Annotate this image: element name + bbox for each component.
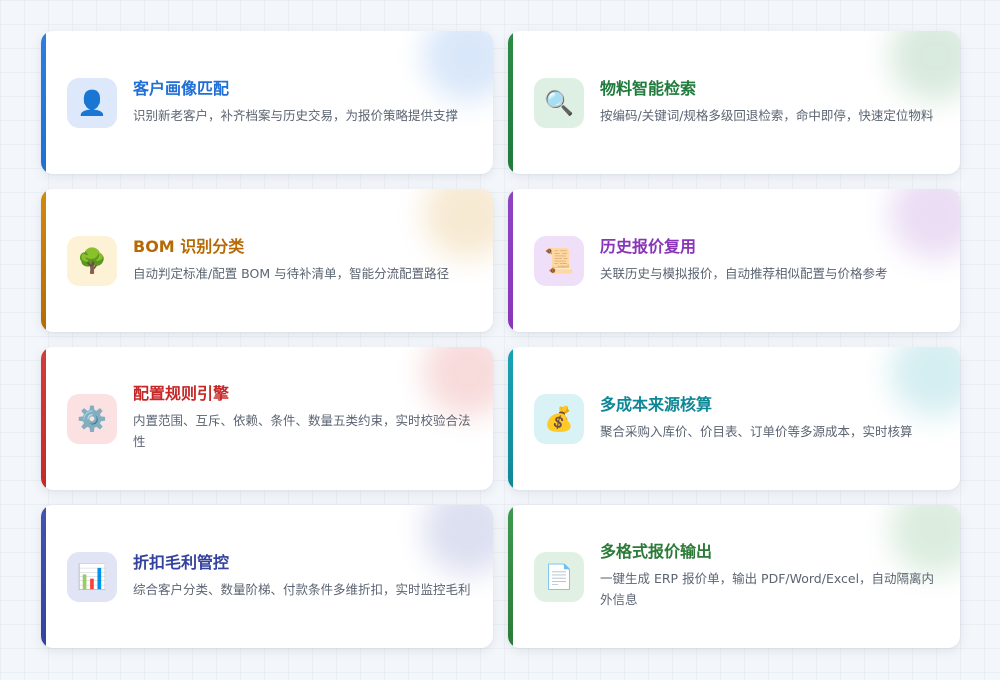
- card-title: 历史报价复用: [600, 236, 697, 256]
- card-description: 按编码/关键词/规格多级回退检索，命中即停，快速定位物料: [600, 107, 934, 123]
- bar-chart-icon: 📊: [67, 551, 117, 602]
- card-title: 多格式报价输出: [600, 542, 713, 562]
- card-description: 内置范围、互斥、依赖、条件、数量五类约束，实时校验合法性: [133, 413, 471, 449]
- feature-card-customer-profile[interactable]: 👤 客户画像匹配 识别新老客户，补齐档案与历史交易，为报价策略提供支撑: [41, 31, 493, 174]
- feature-card-rule-engine[interactable]: ⚙️ 配置规则引擎 内置范围、互斥、依赖、条件、数量五类约束，实时校验合法性: [41, 347, 493, 490]
- feature-grid: 👤 客户画像匹配 识别新老客户，补齐档案与历史交易，为报价策略提供支撑 🔍 物料…: [41, 31, 960, 648]
- user-icon: 👤: [67, 77, 117, 128]
- card-description: 关联历史与模拟报价，自动推荐相似配置与价格参考: [600, 265, 888, 281]
- card-title: 折扣毛利管控: [133, 552, 230, 572]
- card-accent-bar: [41, 347, 46, 490]
- card-description: 识别新老客户，补齐档案与历史交易，为报价策略提供支撑: [133, 107, 459, 123]
- card-accent-bar: [41, 31, 46, 174]
- card-accent-bar: [41, 189, 46, 332]
- card-title: 配置规则引擎: [133, 384, 230, 404]
- feature-card-quote-export[interactable]: 📄 多格式报价输出 一键生成 ERP 报价单，输出 PDF/Word/Excel…: [508, 505, 960, 648]
- card-description: 综合客户分类、数量阶梯、付款条件多维折扣，实时监控毛利: [133, 581, 471, 597]
- feature-card-discount-margin[interactable]: 📊 折扣毛利管控 综合客户分类、数量阶梯、付款条件多维折扣，实时监控毛利: [41, 505, 493, 648]
- card-title: BOM 识别分类: [133, 236, 245, 256]
- feature-card-bom-classification[interactable]: 🌳 BOM 识别分类 自动判定标准/配置 BOM 与待补清单，智能分流配置路径: [41, 189, 493, 332]
- document-icon: 📄: [534, 551, 584, 602]
- card-title: 客户画像匹配: [133, 78, 230, 98]
- feature-card-material-search[interactable]: 🔍 物料智能检索 按编码/关键词/规格多级回退检索，命中即停，快速定位物料: [508, 31, 960, 174]
- tree-icon: 🌳: [67, 235, 117, 286]
- scroll-icon: 📜: [534, 235, 584, 286]
- money-bag-icon: 💰: [534, 393, 584, 444]
- card-accent-bar: [41, 505, 46, 648]
- gear-icon: ⚙️: [67, 393, 117, 444]
- feature-card-quote-reuse[interactable]: 📜 历史报价复用 关联历史与模拟报价，自动推荐相似配置与价格参考: [508, 189, 960, 332]
- card-accent-bar: [508, 31, 513, 174]
- card-title: 物料智能检索: [600, 78, 697, 98]
- card-description: 聚合采购入库价、价目表、订单价等多源成本，实时核算: [600, 423, 913, 439]
- card-accent-bar: [508, 347, 513, 490]
- card-title: 多成本来源核算: [600, 394, 713, 414]
- card-accent-bar: [508, 505, 513, 648]
- card-description: 一键生成 ERP 报价单，输出 PDF/Word/Excel，自动隔离内外信息: [600, 571, 935, 607]
- feature-card-cost-accounting[interactable]: 💰 多成本来源核算 聚合采购入库价、价目表、订单价等多源成本，实时核算: [508, 347, 960, 490]
- card-accent-bar: [508, 189, 513, 332]
- card-description: 自动判定标准/配置 BOM 与待补清单，智能分流配置路径: [133, 265, 450, 281]
- search-icon: 🔍: [534, 77, 584, 128]
